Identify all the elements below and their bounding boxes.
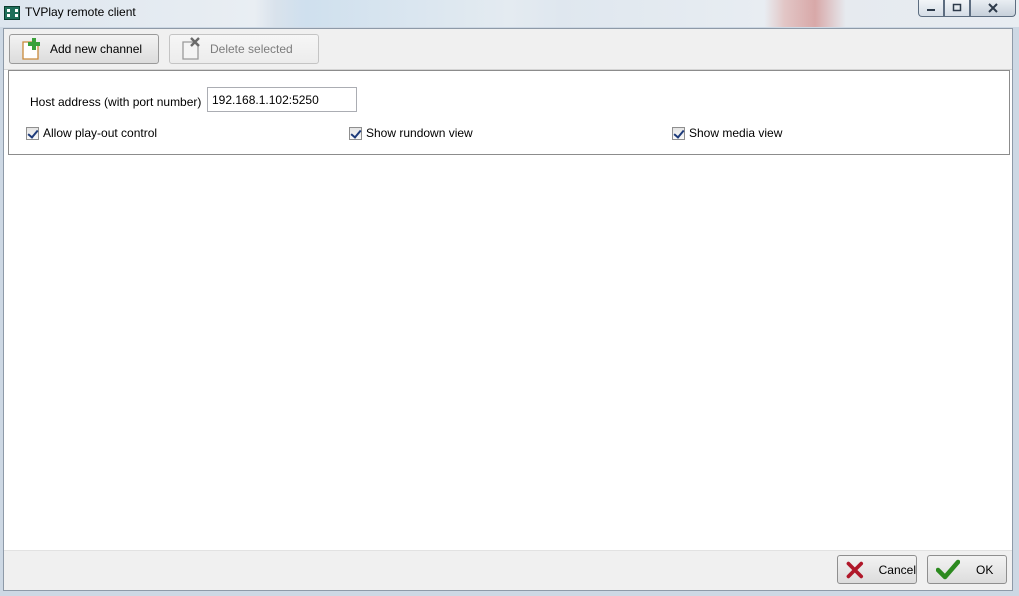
host-address-input[interactable] — [207, 87, 357, 112]
toolbar: Add new channel Delete selected — [4, 29, 1012, 70]
add-channel-label: Add new channel — [50, 42, 143, 56]
window-title: TVPlay remote client — [25, 5, 136, 19]
window-controls — [918, 0, 1016, 18]
add-channel-button[interactable]: Add new channel — [9, 34, 159, 64]
dialog-footer: Cancel OK — [4, 550, 1012, 590]
ok-check-icon — [936, 559, 960, 579]
app-icon — [4, 6, 20, 20]
ok-button[interactable]: OK — [927, 555, 1007, 584]
close-button[interactable] — [970, 0, 1016, 17]
delete-selected-label: Delete selected — [210, 42, 293, 56]
cancel-button[interactable]: Cancel — [837, 555, 917, 584]
checkbox-checked-icon — [672, 126, 685, 140]
show-media-label: Show media view — [689, 126, 783, 140]
minimize-button[interactable] — [918, 0, 944, 17]
minimize-icon — [927, 9, 935, 11]
checkbox-checked-icon — [26, 126, 39, 140]
delete-selected-button[interactable]: Delete selected — [169, 34, 319, 64]
add-channel-icon — [22, 38, 40, 60]
ok-label: OK — [976, 562, 994, 577]
cancel-label: Cancel — [878, 562, 916, 577]
show-rundown-checkbox[interactable]: Show rundown view — [349, 126, 473, 140]
checkbox-checked-icon — [349, 126, 362, 140]
maximize-icon — [952, 3, 962, 12]
delete-channel-icon — [182, 37, 200, 60]
host-address-label: Host address (with port number) — [30, 95, 202, 109]
channel-settings-panel: Host address (with port number) Allow pl… — [8, 70, 1010, 155]
show-media-checkbox[interactable]: Show media view — [672, 126, 782, 140]
title-bar[interactable]: TVPlay remote client — [0, 0, 1019, 27]
allow-playout-checkbox[interactable]: Allow play-out control — [26, 126, 157, 140]
maximize-button[interactable] — [944, 0, 970, 17]
cancel-x-icon — [846, 561, 864, 578]
show-rundown-label: Show rundown view — [366, 126, 473, 140]
client-area: Add new channel Delete selected Host add… — [3, 28, 1013, 591]
allow-playout-label: Allow play-out control — [43, 126, 158, 140]
close-icon — [988, 3, 998, 13]
